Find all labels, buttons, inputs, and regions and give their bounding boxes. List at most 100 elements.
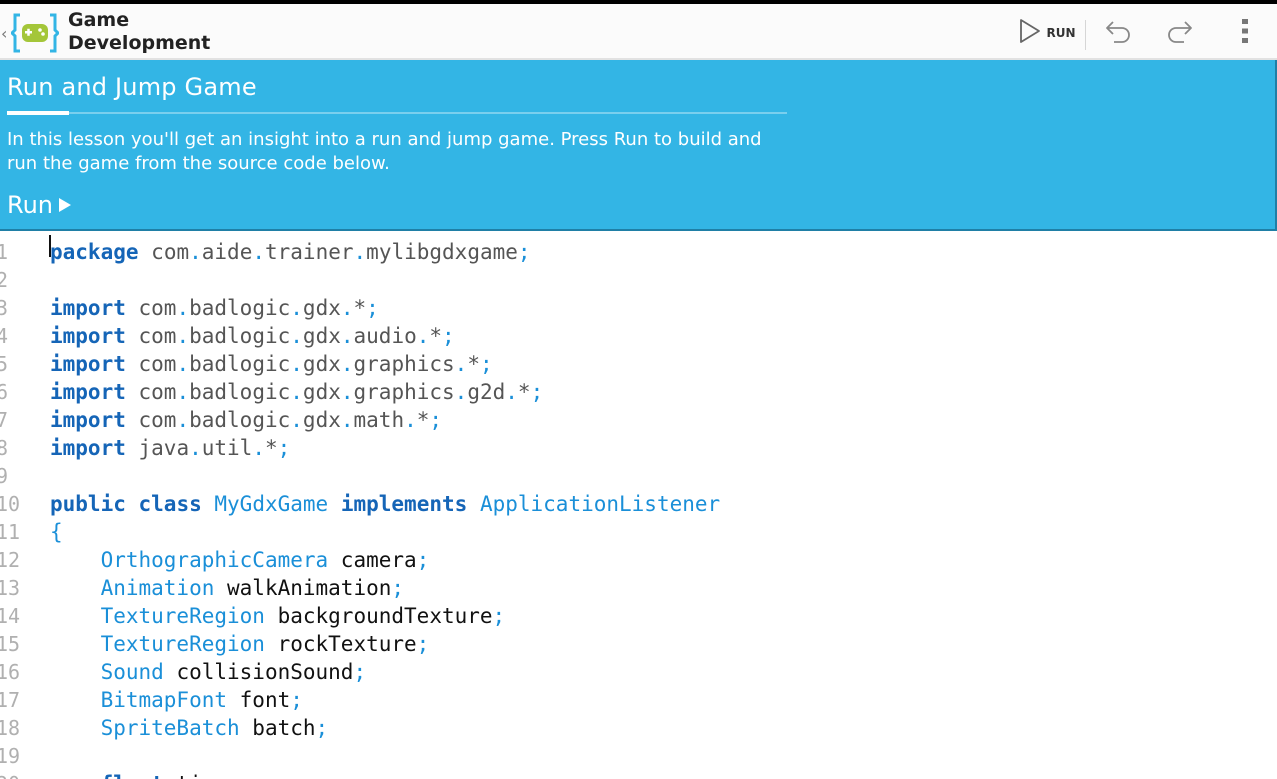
code-token: MyGdxGame — [214, 492, 329, 516]
code-line[interactable]: 1 package com.aide.trainer.mylibgdxgame; — [0, 238, 1277, 266]
code-line[interactable]: 11 { — [0, 518, 1277, 546]
code-token: . — [290, 324, 303, 348]
code-line[interactable]: 7 import com.badlogic.gdx.math.*; — [0, 406, 1277, 434]
line-number: 1 — [0, 240, 9, 264]
code-token: ; — [492, 604, 506, 628]
code-line[interactable]: 10 public class MyGdxGame implements Appl… — [0, 490, 1277, 518]
code-token: . — [290, 352, 303, 376]
code-token: . — [340, 352, 354, 376]
code-token: . — [189, 240, 202, 264]
code-text: OrthographicCamera camera; — [50, 546, 430, 574]
code-line[interactable]: 19 — [0, 742, 1277, 770]
line-number: 17 — [0, 688, 21, 712]
play-triangle-icon — [59, 198, 72, 212]
code-token: ; — [277, 436, 291, 460]
undo-button[interactable] — [1096, 8, 1140, 58]
code-token: ; — [366, 296, 379, 320]
line-number: 6 — [0, 380, 9, 404]
code-token: trainer — [265, 240, 354, 264]
code-token: . — [252, 436, 265, 460]
undo-icon — [1104, 19, 1132, 47]
code-token: * — [429, 324, 443, 348]
code-token: com — [151, 240, 190, 264]
code-line[interactable]: 6 import com.badlogic.gdx.graphics.g2d.*; — [0, 378, 1277, 406]
code-text: TextureRegion rockTexture; — [50, 630, 430, 658]
code-line[interactable]: 14 TextureRegion backgroundTexture; — [0, 602, 1277, 630]
code-token: import — [50, 296, 126, 320]
code-editor[interactable]: 1 package com.aide.trainer.mylibgdxgame; 2… — [0, 231, 1277, 779]
run-link-label: Run — [7, 191, 54, 219]
code-token: . — [252, 240, 265, 264]
gamepad-braces-icon[interactable] — [9, 12, 61, 54]
line-number: 18 — [0, 716, 21, 740]
code-line[interactable]: 3 import com.badlogic.gdx.*; — [0, 294, 1277, 322]
code-token: ; — [517, 240, 531, 264]
line-number: 8 — [0, 436, 9, 460]
code-token: . — [176, 324, 190, 348]
code-token: ApplicationListener — [479, 492, 721, 516]
code-token: audio — [353, 324, 417, 348]
code-token: * — [353, 296, 367, 320]
line-number: 12 — [0, 548, 21, 572]
code-line[interactable]: 4 import com.badlogic.gdx.audio.*; — [0, 322, 1277, 350]
line-number: 5 — [0, 352, 9, 376]
redo-button[interactable] — [1158, 8, 1202, 58]
code-token: implements — [340, 492, 468, 516]
run-link[interactable]: Run — [7, 191, 72, 219]
code-line[interactable]: 16 Sound collisionSound; — [0, 658, 1277, 686]
code-token: com — [138, 380, 177, 404]
code-token: ; — [416, 548, 430, 572]
code-line[interactable]: 9 — [0, 462, 1277, 490]
code-line[interactable]: 13 Animation walkAnimation; — [0, 574, 1277, 602]
code-token: import — [50, 324, 126, 348]
code-token: gdx — [302, 380, 341, 404]
code-token: ; — [429, 408, 443, 432]
title-divider — [7, 112, 787, 114]
code-token: . — [340, 408, 354, 432]
code-token: class — [138, 492, 202, 516]
code-line[interactable]: 2 — [0, 266, 1277, 294]
up-chevron-icon[interactable]: ‹ — [1, 24, 7, 43]
code-line[interactable]: 18 SpriteBatch batch; — [0, 714, 1277, 742]
code-line[interactable]: 15 TextureRegion rockTexture; — [0, 630, 1277, 658]
code-text: SpriteBatch batch; — [50, 714, 329, 742]
code-token: batch — [239, 716, 316, 740]
code-token: . — [176, 296, 190, 320]
code-line[interactable]: 8 import java.util.*; — [0, 434, 1277, 462]
line-number: 20 — [0, 770, 26, 779]
code-token: gdx — [302, 408, 341, 432]
code-token: . — [454, 352, 468, 376]
code-token: com — [138, 408, 177, 432]
code-text: import com.badlogic.gdx.graphics.*; — [50, 350, 493, 378]
code-line[interactable]: 17 BitmapFont font; — [0, 686, 1277, 714]
code-line[interactable]: 12 OrthographicCamera camera; — [0, 546, 1277, 574]
redo-icon — [1166, 19, 1194, 47]
lesson-description: In this lesson you'll get an insight int… — [7, 129, 762, 174]
code-line[interactable]: 20 float time; — [0, 770, 1277, 779]
code-token: ; — [391, 576, 405, 600]
code-line[interactable]: 5 import com.badlogic.gdx.graphics.*; — [0, 350, 1277, 378]
line-number: 15 — [0, 632, 21, 656]
overflow-menu-button[interactable] — [1228, 8, 1262, 58]
code-text: float time; — [50, 770, 240, 779]
code-token: collisionSound — [163, 660, 354, 684]
code-token: import — [50, 408, 126, 432]
app-title-line2: Development — [68, 32, 211, 54]
line-number: 4 — [0, 324, 9, 348]
toolbar-divider — [1085, 20, 1086, 50]
code-text: package com.aide.trainer.mylibgdxgame; — [50, 238, 531, 266]
code-token: badlogic — [189, 380, 291, 404]
code-token: aide — [201, 240, 253, 264]
app-title-line1: Game — [68, 9, 130, 31]
run-button[interactable]: RUN — [1014, 8, 1080, 58]
